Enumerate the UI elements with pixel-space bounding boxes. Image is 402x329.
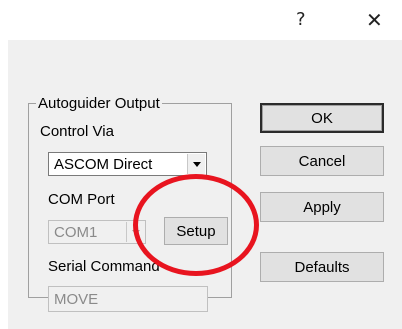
com-port-label: COM Port xyxy=(48,191,115,208)
ok-button[interactable]: OK xyxy=(260,103,384,133)
chevron-down-icon[interactable] xyxy=(187,154,205,174)
help-icon[interactable]: ? xyxy=(296,10,306,30)
serial-command-label: Serial Command xyxy=(48,258,160,275)
com-port-value: COM1 xyxy=(54,224,98,241)
control-via-label: Control Via xyxy=(40,123,114,140)
group-legend: Autoguider Output xyxy=(36,95,162,112)
defaults-button[interactable]: Defaults xyxy=(260,252,384,282)
apply-button[interactable]: Apply xyxy=(260,192,384,222)
close-icon[interactable]: ✕ xyxy=(366,10,383,30)
setup-button[interactable]: Setup xyxy=(164,217,228,245)
title-bar: ? ✕ xyxy=(0,0,402,40)
chevron-down-icon xyxy=(126,222,144,242)
control-via-value: ASCOM Direct xyxy=(54,156,153,173)
serial-command-field: MOVE xyxy=(48,286,208,312)
serial-command-value: MOVE xyxy=(54,291,99,308)
control-via-dropdown[interactable]: ASCOM Direct xyxy=(48,152,207,176)
com-port-dropdown: COM1 xyxy=(48,220,146,244)
cancel-button[interactable]: Cancel xyxy=(260,146,384,176)
